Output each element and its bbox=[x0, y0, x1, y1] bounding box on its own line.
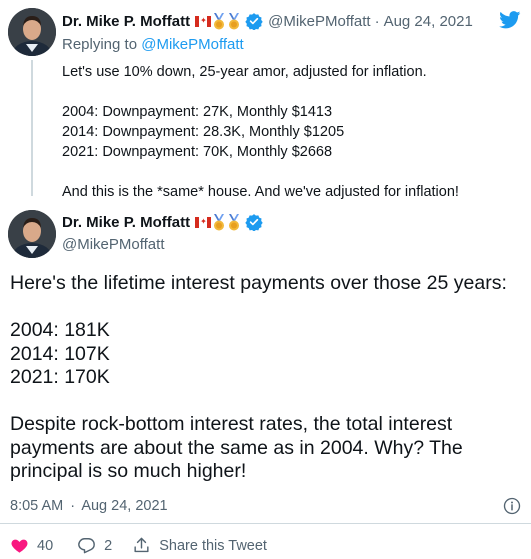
tweet-date[interactable]: Aug 24, 2021 bbox=[384, 13, 473, 30]
tweet-time: 8:05 AM bbox=[10, 498, 64, 514]
reply-button[interactable]: 2 bbox=[77, 536, 112, 555]
share-icon bbox=[134, 537, 149, 553]
main-tweet-text: Here's the lifetime interest payments ov… bbox=[10, 272, 525, 484]
avatar[interactable] bbox=[8, 8, 56, 56]
reply-icon bbox=[78, 538, 96, 554]
share-button[interactable]: Share this Tweet bbox=[132, 536, 267, 555]
heart-icon bbox=[11, 539, 28, 553]
separator: · bbox=[70, 498, 76, 514]
thread-connector bbox=[31, 60, 33, 196]
tweet-line: 2021: Downpayment: 70K, Monthly $2668 bbox=[62, 144, 333, 160]
like-button[interactable]: 40 bbox=[10, 536, 53, 555]
replying-prefix: Replying to bbox=[62, 36, 138, 53]
tweet-conclusion: Despite rock-bottom interest rates, the … bbox=[10, 413, 463, 482]
tweet-intro: Here's the lifetime interest payments ov… bbox=[10, 272, 507, 294]
canada-flag-icon: ✦ bbox=[195, 15, 212, 27]
twitter-bird-icon[interactable] bbox=[499, 11, 521, 29]
tweet-line: 2014: Downpayment: 28.3K, Monthly $1205 bbox=[62, 124, 345, 140]
like-count: 40 bbox=[37, 537, 54, 554]
reply-count: 2 bbox=[104, 537, 113, 554]
medal-icon bbox=[214, 213, 225, 230]
tweet-timestamp[interactable]: 8:05 AM · Aug 24, 2021 bbox=[10, 498, 168, 514]
share-label: Share this Tweet bbox=[159, 537, 267, 554]
divider bbox=[0, 523, 531, 524]
author-handle[interactable]: @MikePMoffatt bbox=[62, 236, 164, 253]
tweet-line: Let's use 10% down, 25-year amor, adjust… bbox=[62, 64, 427, 80]
profile-badges: ✦ bbox=[195, 213, 263, 231]
reply-tweet-header: Dr. Mike P. Moffatt ✦ @MikePMoffatt · Au… bbox=[62, 12, 473, 30]
tweet-line: And this is the *same* house. And we've … bbox=[62, 184, 459, 200]
medal-icon bbox=[229, 213, 240, 230]
canada-flag-icon: ✦ bbox=[195, 216, 212, 228]
verified-icon bbox=[245, 214, 263, 231]
tweet-actions: 40 2 Share this Tweet bbox=[10, 536, 267, 555]
main-tweet-header: Dr. Mike P. Moffatt ✦ bbox=[62, 213, 263, 231]
tweet-figure: 2014: 107K bbox=[10, 342, 110, 365]
tweet-figure: 2004: 181K bbox=[10, 319, 110, 341]
reply-tweet-text: Let's use 10% down, 25-year amor, adjust… bbox=[62, 62, 517, 202]
author-name[interactable]: Dr. Mike P. Moffatt bbox=[62, 13, 190, 30]
tweet-line: 2004: Downpayment: 27K, Monthly $1413 bbox=[62, 104, 333, 120]
medal-icon bbox=[214, 12, 225, 29]
replying-to-handle[interactable]: @MikePMoffatt bbox=[141, 36, 243, 53]
replying-to: Replying to @MikePMoffatt bbox=[62, 36, 244, 53]
separator: · bbox=[374, 12, 380, 30]
profile-badges: ✦ bbox=[195, 12, 263, 30]
tweet-figure: 2021: 170K bbox=[10, 366, 110, 388]
medal-icon bbox=[229, 12, 240, 29]
info-icon[interactable] bbox=[503, 497, 521, 515]
verified-icon bbox=[245, 13, 263, 30]
author-name[interactable]: Dr. Mike P. Moffatt bbox=[62, 214, 190, 231]
avatar[interactable] bbox=[8, 210, 56, 258]
author-handle[interactable]: @MikePMoffatt bbox=[268, 13, 370, 30]
tweet-date: Aug 24, 2021 bbox=[81, 498, 168, 514]
